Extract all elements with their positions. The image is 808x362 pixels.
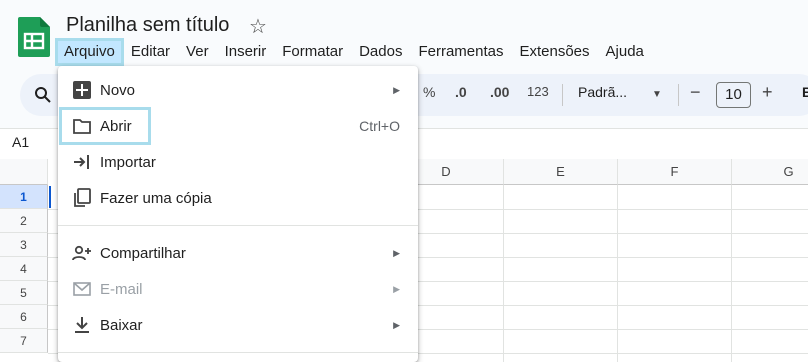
menu-item-abrir[interactable]: Abrir Ctrl+O <box>58 108 418 144</box>
font-family-select[interactable]: Padrã... <box>578 84 627 100</box>
font-size-input[interactable]: 10 <box>716 82 751 108</box>
row-header-5[interactable]: 5 <box>0 281 48 305</box>
submenu-arrow-icon: ▶ <box>393 283 400 294</box>
bold-button[interactable]: B <box>802 84 808 100</box>
import-icon <box>72 152 92 172</box>
plus-box-icon <box>72 80 92 100</box>
menu-divider <box>58 352 418 353</box>
menu-item-fazer-copia[interactable]: Fazer uma cópia <box>58 180 418 216</box>
column-header-g[interactable]: G <box>732 159 808 185</box>
menu-ajuda[interactable]: Ajuda <box>598 41 652 63</box>
menu-item-email: E-mail ▶ <box>58 271 418 307</box>
row-header-7[interactable]: 7 <box>0 329 48 353</box>
font-dropdown-arrow-icon[interactable]: ▼ <box>652 89 662 100</box>
menu-ver[interactable]: Ver <box>178 41 217 63</box>
folder-icon <box>72 116 92 136</box>
menu-extensoes[interactable]: Extensões <box>511 41 597 63</box>
menu-arquivo[interactable]: Arquivo <box>55 38 124 66</box>
copy-icon <box>72 188 92 208</box>
menu-item-label: Importar <box>100 153 156 171</box>
menu-item-baixar[interactable]: Baixar ▶ <box>58 307 418 343</box>
sheets-logo-icon[interactable] <box>18 17 50 57</box>
row-header-1[interactable]: 1 <box>0 185 48 209</box>
menu-dados[interactable]: Dados <box>351 41 410 63</box>
submenu-arrow-icon: ▶ <box>393 247 400 258</box>
menu-item-label: Baixar <box>100 316 143 334</box>
shortcut-text: Ctrl+O <box>359 118 400 134</box>
submenu-arrow-icon: ▶ <box>393 319 400 330</box>
increase-decimal-button[interactable]: .00 <box>490 84 509 100</box>
person-add-icon <box>72 243 92 263</box>
document-title[interactable]: Planilha sem título <box>66 14 229 37</box>
menu-item-label: E-mail <box>100 280 143 298</box>
menu-item-label: Abrir <box>100 117 132 135</box>
row-header-6[interactable]: 6 <box>0 305 48 329</box>
menu-item-importar[interactable]: Importar <box>58 144 418 180</box>
menu-inserir[interactable]: Inserir <box>217 41 275 63</box>
font-size-increase-button[interactable]: + <box>762 82 773 103</box>
column-header-e[interactable]: E <box>504 159 618 185</box>
format-percent-button[interactable]: % <box>423 84 435 100</box>
toolbar-divider <box>678 84 679 106</box>
mail-icon <box>72 279 92 299</box>
font-size-decrease-button[interactable]: − <box>690 82 701 103</box>
menu-formatar[interactable]: Formatar <box>274 41 351 63</box>
decrease-decimal-button[interactable]: .0 <box>455 84 467 100</box>
search-icon[interactable] <box>34 86 52 104</box>
menu-item-novo[interactable]: Novo ▶ <box>58 72 418 108</box>
menu-bar: Arquivo Editar Ver Inserir Formatar Dado… <box>55 38 652 66</box>
grid-line <box>617 185 618 362</box>
select-all-corner[interactable] <box>0 159 48 185</box>
name-box[interactable]: A1 <box>12 134 29 150</box>
toolbar-divider <box>562 84 563 106</box>
menu-item-label: Compartilhar <box>100 244 186 262</box>
menu-editar[interactable]: Editar <box>123 41 178 63</box>
menu-item-label: Fazer uma cópia <box>100 189 212 207</box>
grid-line <box>503 185 504 362</box>
row-header-4[interactable]: 4 <box>0 257 48 281</box>
menu-item-label: Novo <box>100 81 136 99</box>
row-header-2[interactable]: 2 <box>0 209 48 233</box>
menu-ferramentas[interactable]: Ferramentas <box>410 41 511 63</box>
column-header-f[interactable]: F <box>618 159 732 185</box>
star-icon[interactable]: ☆ <box>249 14 267 39</box>
row-header-3[interactable]: 3 <box>0 233 48 257</box>
menu-item-compartilhar[interactable]: Compartilhar ▶ <box>58 235 418 271</box>
submenu-arrow-icon: ▶ <box>393 84 400 95</box>
grid-line <box>731 185 732 362</box>
number-format-button[interactable]: 123 <box>527 84 549 99</box>
menu-divider <box>58 225 418 226</box>
file-menu-dropdown: Novo ▶ Abrir Ctrl+O Importar Fazer uma c… <box>58 66 418 362</box>
download-icon <box>72 315 92 335</box>
